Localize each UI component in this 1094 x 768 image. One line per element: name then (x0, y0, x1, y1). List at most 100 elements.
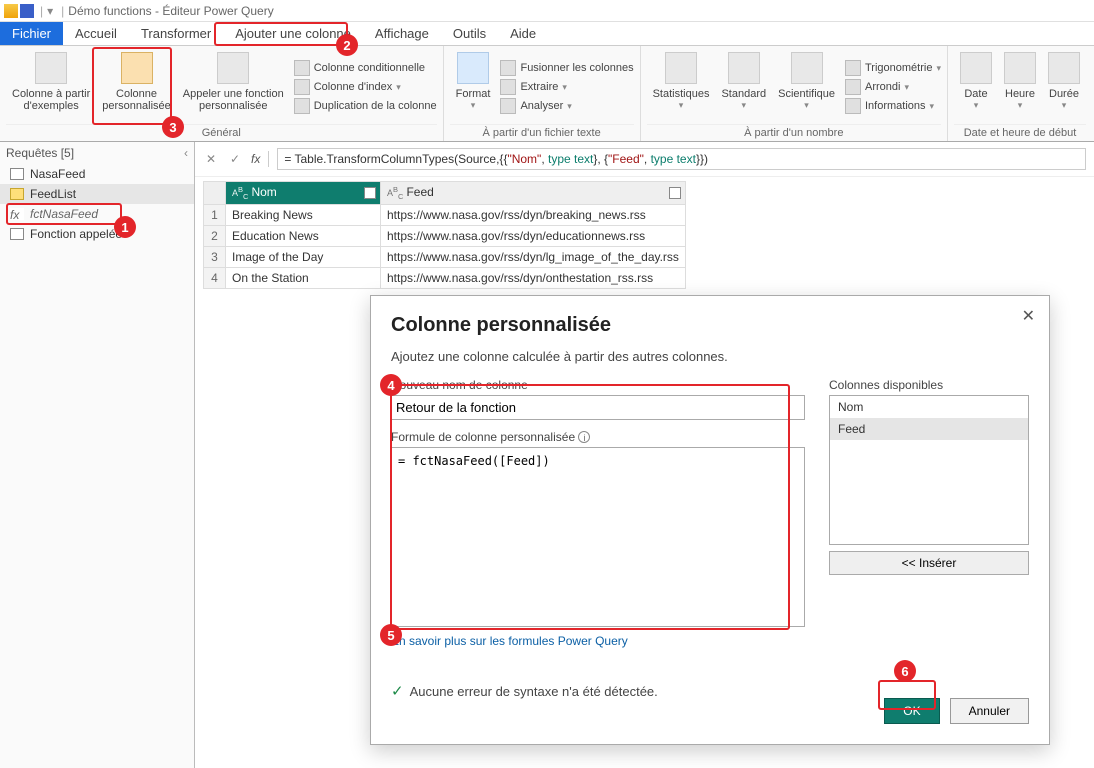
btn-format[interactable]: Format ▾ (450, 50, 497, 124)
fx-icon[interactable]: fx (251, 152, 260, 166)
app-icon (4, 4, 18, 18)
group-label: Général (6, 124, 437, 139)
dialog-title: Colonne personnalisée (391, 314, 1029, 337)
merge-icon (500, 60, 516, 76)
btn-time[interactable]: Heure▾ (998, 50, 1042, 124)
textarea-formula[interactable] (391, 447, 805, 627)
btn-scientific[interactable]: Scientifique▾ (772, 50, 841, 124)
btn-rounding[interactable]: Arrondi▾ (845, 79, 941, 95)
corner-cell[interactable] (204, 182, 226, 205)
list-item[interactable]: Nom (830, 396, 1028, 418)
info-icon[interactable]: i (578, 431, 590, 443)
cancel-button[interactable]: Annuler (950, 698, 1029, 724)
btn-invoke-function[interactable]: Appeler une fonction personnalisée (177, 50, 290, 124)
cell-feed[interactable]: https://www.nasa.gov/rss/dyn/breaking_ne… (381, 204, 686, 225)
btn-column-from-examples[interactable]: Colonne à partir d'exemples (6, 50, 96, 124)
table-row[interactable]: 4On the Stationhttps://www.nasa.gov/rss/… (204, 267, 686, 288)
btn-custom-column[interactable]: Colonne personnalisée (96, 50, 177, 124)
cancel-icon[interactable]: ✕ (203, 152, 219, 166)
info-icon (845, 98, 861, 114)
filter-icon[interactable] (669, 187, 681, 199)
label: Colonne personnalisée (102, 88, 171, 112)
tab-ajouter-colonne[interactable]: Ajouter une colonne (223, 22, 363, 45)
invoke-fn-icon (217, 52, 249, 84)
col-header-feed[interactable]: ABCFeed (381, 182, 686, 205)
cell-feed[interactable]: https://www.nasa.gov/rss/dyn/lg_image_of… (381, 246, 686, 267)
close-icon[interactable]: ✕ (1022, 306, 1035, 326)
query-feedlist[interactable]: FeedList (0, 184, 194, 204)
btn-merge-columns[interactable]: Fusionner les colonnes (500, 60, 633, 76)
btn-conditional-column[interactable]: Colonne conditionnelle (294, 60, 437, 76)
format-icon (457, 52, 489, 84)
table-icon (10, 228, 24, 240)
col-header-nom[interactable]: ABCNom (226, 182, 381, 205)
label: Colonne à partir d'exemples (12, 88, 90, 112)
tab-fichier[interactable]: Fichier (0, 22, 63, 45)
cell-nom[interactable]: Education News (226, 225, 381, 246)
dialog-subtitle: Ajoutez une colonne calculée à partir de… (391, 349, 1029, 364)
sigma-icon (665, 52, 697, 84)
group-label: Date et heure de début (954, 124, 1086, 139)
cond-icon (294, 60, 310, 76)
status-text: Aucune erreur de syntaxe n'a été détecté… (410, 684, 658, 699)
group-label: À partir d'un fichier texte (450, 124, 634, 139)
label: Scientifique (778, 88, 835, 100)
btn-duration[interactable]: Durée▾ (1042, 50, 1086, 124)
query-nasafeed[interactable]: NasaFeed (0, 164, 194, 184)
confirm-icon[interactable]: ✓ (227, 152, 243, 166)
collapse-icon[interactable]: ‹ (184, 146, 188, 160)
label: Date (964, 88, 987, 100)
input-new-column-name[interactable] (391, 395, 805, 420)
btn-information[interactable]: Informations▾ (845, 98, 941, 114)
subgroup: Fusionner les colonnes Extraire▾ Analyse… (500, 50, 633, 124)
queries-header[interactable]: Requêtes [5] ‹ (0, 142, 194, 164)
fx-icon: fx (10, 208, 24, 220)
insert-button[interactable]: << Insérer (829, 551, 1029, 575)
group-items: Colonne à partir d'exemples Colonne pers… (6, 50, 437, 124)
label-new-column-name: Nouveau nom de colonne (391, 378, 805, 392)
query-fctnasafeed[interactable]: fx fctNasaFeed (0, 204, 194, 224)
label: FeedList (30, 187, 76, 201)
btn-analyse[interactable]: Analyser▾ (500, 98, 633, 114)
btn-trigonometry[interactable]: Trigonométrie▾ (845, 60, 941, 76)
table-fx-icon (121, 52, 153, 84)
table-row[interactable]: 1Breaking Newshttps://www.nasa.gov/rss/d… (204, 204, 686, 225)
btn-statistics[interactable]: Statistiques▾ (647, 50, 716, 124)
label: fctNasaFeed (30, 207, 98, 221)
label: Heure (1005, 88, 1035, 100)
ok-button[interactable]: OK (884, 698, 939, 724)
link-learn-more[interactable]: En savoir plus sur les formules Power Qu… (391, 634, 628, 648)
tab-outils[interactable]: Outils (441, 22, 498, 45)
label: Trigonométrie (865, 62, 932, 74)
tab-affichage[interactable]: Affichage (363, 22, 441, 45)
index-icon (294, 79, 310, 95)
save-icon[interactable] (20, 4, 34, 18)
table-row[interactable]: 3Image of the Dayhttps://www.nasa.gov/rs… (204, 246, 686, 267)
formula-bar: ✕ ✓ fx = Table.TransformColumnTypes(Sour… (195, 142, 1094, 177)
tab-transformer[interactable]: Transformer (129, 22, 223, 45)
label-formula: Formule de colonne personnalisée i (391, 430, 805, 444)
table-row[interactable]: 2Education Newshttps://www.nasa.gov/rss/… (204, 225, 686, 246)
cell-nom[interactable]: Breaking News (226, 204, 381, 225)
query-fonction-appelee[interactable]: Fonction appelée (0, 224, 194, 244)
dup-icon (294, 98, 310, 114)
cell-feed[interactable]: https://www.nasa.gov/rss/dyn/educationne… (381, 225, 686, 246)
cell-nom[interactable]: On the Station (226, 267, 381, 288)
tab-aide[interactable]: Aide (498, 22, 548, 45)
group-general: Colonne à partir d'exemples Colonne pers… (0, 46, 444, 141)
round-icon (845, 79, 861, 95)
btn-date[interactable]: Date▾ (954, 50, 998, 124)
btn-extract[interactable]: Extraire▾ (500, 79, 633, 95)
list-item[interactable]: Feed (830, 418, 1028, 440)
btn-standard[interactable]: Standard▾ (715, 50, 772, 124)
cell-nom[interactable]: Image of the Day (226, 246, 381, 267)
cell-feed[interactable]: https://www.nasa.gov/rss/dyn/onthestatio… (381, 267, 686, 288)
ten-sq-icon (791, 52, 823, 84)
formula-input[interactable]: = Table.TransformColumnTypes(Source,{{"N… (277, 148, 1086, 170)
filter-icon[interactable] (364, 187, 376, 199)
dropdown-icon[interactable]: ▾ (47, 4, 53, 18)
timer-icon (1048, 52, 1080, 84)
btn-index-column[interactable]: Colonne d'index▾ (294, 79, 437, 95)
tab-accueil[interactable]: Accueil (63, 22, 129, 45)
btn-duplicate-column[interactable]: Duplication de la colonne (294, 98, 437, 114)
